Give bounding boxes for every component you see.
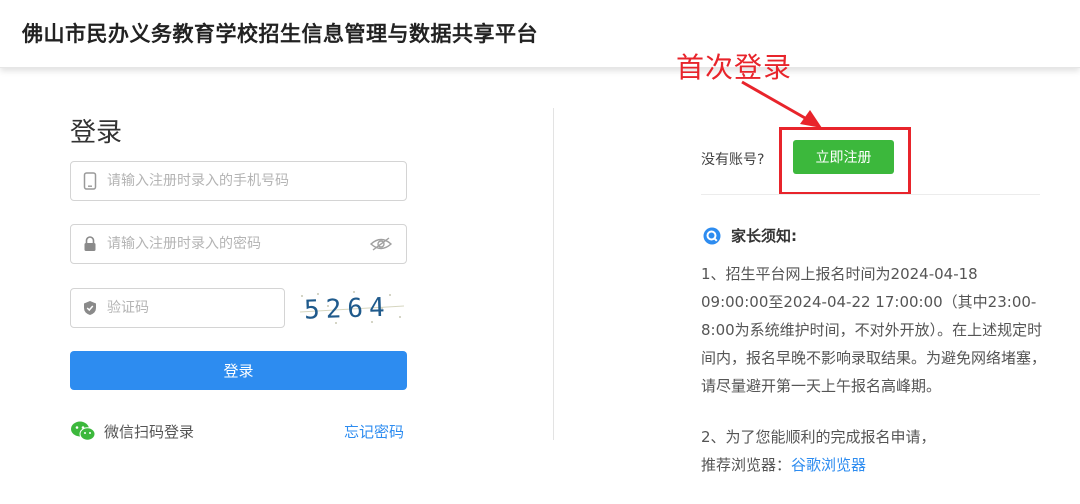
page-title: 佛山市民办义务教育学校招生信息管理与数据共享平台 <box>22 22 538 46</box>
password-input[interactable] <box>107 225 368 263</box>
notice-header: 家长须知: <box>703 225 797 246</box>
notice-item-1: 1、招生平台网上报名时间为2024-04-18 09:00:00至2024-04… <box>701 265 1047 395</box>
captcha-text: 5264 <box>304 293 392 326</box>
wechat-icon <box>71 421 96 441</box>
phone-field[interactable] <box>70 161 407 201</box>
wechat-login-label: 微信扫码登录 <box>104 422 195 441</box>
phone-icon <box>81 172 99 190</box>
notice-icon <box>703 227 721 244</box>
browser-prefix: 推荐浏览器： <box>701 456 792 474</box>
chrome-browser-link[interactable]: 谷歌浏览器 <box>791 456 866 474</box>
browser-recommendation: 推荐浏览器：谷歌浏览器 <box>701 451 1046 479</box>
phone-input[interactable] <box>107 162 406 200</box>
annotation-label: 首次登录 <box>676 51 793 84</box>
captcha-input[interactable] <box>107 289 284 327</box>
lock-icon <box>81 235 99 253</box>
right-separator <box>701 194 1040 195</box>
eye-slash-icon[interactable] <box>368 235 394 253</box>
notice-title: 家长须知: <box>731 227 797 245</box>
annotation-highlight-box <box>779 127 911 195</box>
login-button[interactable]: 登录 <box>70 351 407 390</box>
shield-icon <box>81 299 99 317</box>
no-account-text: 没有账号? <box>701 152 765 168</box>
header: 佛山市民办义务教育学校招生信息管理与数据共享平台 <box>0 0 1080 68</box>
captcha-field[interactable] <box>70 288 285 328</box>
vertical-divider <box>553 108 554 440</box>
wechat-login-link[interactable]: 微信扫码登录 <box>70 420 194 442</box>
login-title: 登录 <box>70 118 123 148</box>
forgot-password-link[interactable]: 忘记密码 <box>344 421 404 442</box>
notice-item-2-text: 2、为了您能顺利的完成报名申请， <box>701 428 936 446</box>
captcha-image[interactable]: 5264 <box>296 288 408 328</box>
notice-item-2: 2、为了您能顺利的完成报名申请， 推荐浏览器：谷歌浏览器 <box>701 423 1046 479</box>
password-field[interactable] <box>70 224 407 264</box>
